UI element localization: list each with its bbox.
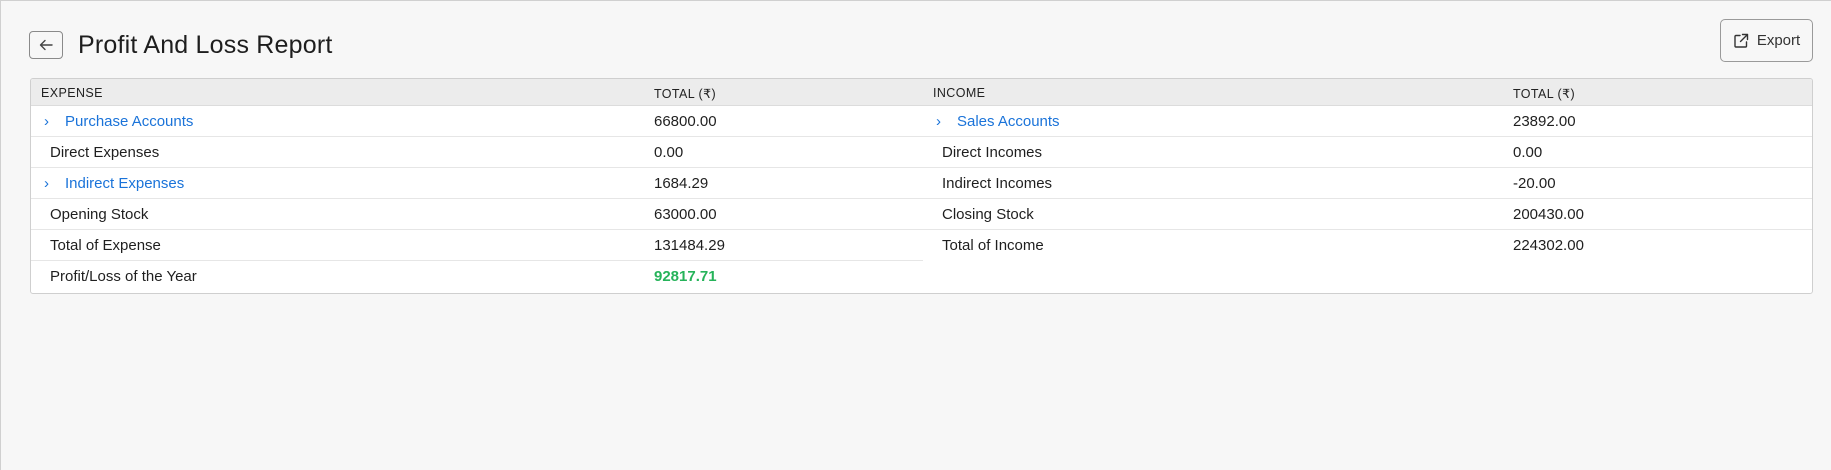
income-label[interactable]: Sales Accounts [957, 113, 1060, 130]
income-label: Indirect Incomes [942, 175, 1053, 192]
income-value: 200430.00 [1513, 206, 1584, 223]
back-button[interactable] [29, 31, 63, 59]
profit-loss-table: EXPENSE TOTAL (₹) INCOME TOTAL (₹) › Pur… [30, 78, 1813, 294]
income-column-header: INCOME [933, 86, 986, 100]
export-icon [1734, 33, 1749, 48]
expense-row-profit-loss: Profit/Loss of the Year 92817.71 [31, 261, 923, 292]
expense-value: 63000.00 [654, 206, 717, 223]
expense-row-direct-expenses: Direct Expenses 0.00 [31, 137, 923, 168]
profit-loss-value: 92817.71 [654, 268, 717, 285]
expense-value: 1684.29 [654, 175, 709, 192]
income-section: › Sales Accounts 23892.00 Direct Incomes… [923, 106, 1812, 261]
expense-label[interactable]: Purchase Accounts [65, 113, 193, 130]
export-label: Export [1756, 32, 1801, 49]
expense-value: 131484.29 [654, 237, 725, 254]
table-header-row: EXPENSE TOTAL (₹) INCOME TOTAL (₹) [31, 79, 1812, 106]
expense-column-header: EXPENSE [41, 86, 103, 100]
expense-label: Total of Expense [50, 237, 161, 254]
expense-label: Opening Stock [50, 206, 149, 223]
income-row-sales-accounts[interactable]: › Sales Accounts 23892.00 [923, 106, 1812, 137]
page-title: Profit And Loss Report [78, 30, 333, 59]
income-label: Closing Stock [942, 206, 1034, 223]
expense-section: › Purchase Accounts 66800.00 Direct Expe… [31, 106, 923, 292]
income-value: 0.00 [1513, 144, 1543, 161]
expense-row-total: Total of Expense 131484.29 [31, 230, 923, 261]
expense-value: 66800.00 [654, 113, 717, 130]
chevron-right-icon[interactable]: › [44, 175, 49, 192]
income-row-indirect-incomes: Indirect Incomes -20.00 [923, 168, 1812, 199]
chevron-right-icon[interactable]: › [936, 113, 941, 130]
income-row-closing-stock: Closing Stock 200430.00 [923, 199, 1812, 230]
income-label: Total of Income [942, 237, 1044, 254]
income-value: 224302.00 [1513, 237, 1584, 254]
expense-row-purchase-accounts[interactable]: › Purchase Accounts 66800.00 [31, 106, 923, 137]
expense-label[interactable]: Indirect Expenses [65, 175, 184, 192]
income-total-column-header: TOTAL (₹) [1513, 87, 1576, 101]
expense-label: Direct Expenses [50, 144, 160, 161]
export-button[interactable]: Export [1720, 19, 1813, 62]
income-value: -20.00 [1513, 175, 1556, 192]
expense-label: Profit/Loss of the Year [50, 268, 197, 285]
chevron-right-icon[interactable]: › [44, 113, 49, 130]
income-label: Direct Incomes [942, 144, 1043, 161]
arrow-left-icon [39, 39, 53, 51]
expense-value: 0.00 [654, 144, 684, 161]
income-value: 23892.00 [1513, 113, 1576, 130]
page-header: Profit And Loss Report Export [29, 19, 1813, 64]
income-row-total: Total of Income 224302.00 [923, 230, 1812, 261]
expense-row-opening-stock: Opening Stock 63000.00 [31, 199, 923, 230]
income-row-direct-incomes: Direct Incomes 0.00 [923, 137, 1812, 168]
expense-row-indirect-expenses[interactable]: › Indirect Expenses 1684.29 [31, 168, 923, 199]
expense-total-column-header: TOTAL (₹) [654, 87, 717, 101]
